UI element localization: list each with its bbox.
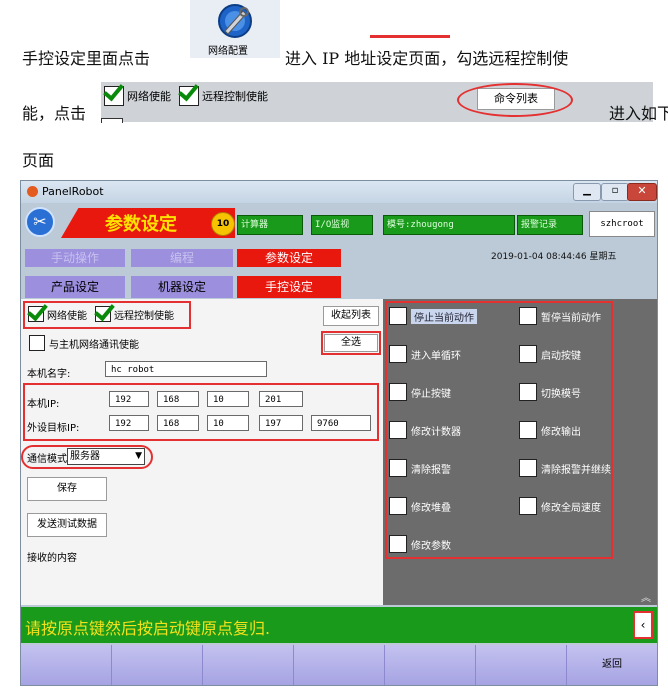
- red-underline: [370, 35, 450, 38]
- doc-line3: 页面: [22, 151, 55, 170]
- cmd-start-key[interactable]: 启动按键: [519, 345, 581, 363]
- mode-value: 服务器: [70, 451, 100, 462]
- net-enable-checkbox-inset[interactable]: [104, 86, 124, 106]
- datetime: 2019-01-04 08:44:46 星期五: [491, 252, 617, 262]
- maximize-button[interactable]: ▫: [601, 183, 629, 201]
- network-config-tile: 网络配置: [190, 0, 280, 58]
- received-label: 接收的内容: [27, 553, 77, 564]
- cmd-modify-counter[interactable]: 修改计数器: [389, 421, 461, 439]
- badge-count: 10: [211, 212, 235, 236]
- highlight-oval: [457, 83, 573, 117]
- cmd-modify-params[interactable]: 修改参数: [389, 535, 451, 553]
- tab-machine[interactable]: 机器设定: [131, 276, 233, 298]
- partial-checkbox: [101, 118, 123, 123]
- bottom-bar: 返回: [21, 645, 657, 685]
- name-label: 本机名字:: [27, 369, 71, 380]
- message-text: 请按原点键然后按启动键原点复归.: [25, 619, 271, 638]
- cmd-modify-output[interactable]: 修改输出: [519, 421, 581, 439]
- tab-product[interactable]: 产品设定: [25, 276, 125, 298]
- collapse-list-button[interactable]: 收起列表: [323, 306, 379, 326]
- bottom-slot-3[interactable]: [203, 645, 294, 685]
- target-octet-1[interactable]: 192: [109, 415, 149, 431]
- io-monitor-button[interactable]: I/O监视: [311, 215, 373, 235]
- app-window: PanelRobot ▁ ▫ ✕ ✂ 参数设定 10 计算器 I/O监视 模号:…: [20, 180, 658, 686]
- net-enable-checkbox[interactable]: [28, 306, 44, 322]
- tools-icon[interactable]: ✂: [25, 207, 55, 237]
- doc-line1-suffix: 进入 IP 地址设定页面，勾选远程控制使: [285, 49, 569, 68]
- select-all-button[interactable]: 全选: [324, 334, 378, 352]
- message-bar: 请按原点键然后按启动键原点复归. ‹: [21, 607, 657, 643]
- name-input[interactable]: hc robot: [105, 361, 267, 377]
- cmd-single-cycle[interactable]: 进入单循环: [389, 345, 461, 363]
- nav-manual[interactable]: 手动操作: [25, 249, 125, 267]
- network-config-icon: [215, 3, 255, 39]
- cmd-stop-key[interactable]: 停止按键: [389, 383, 451, 401]
- app-icon: [27, 186, 38, 197]
- host-comm-label: 与主机网络通讯使能: [49, 339, 139, 351]
- target-octet-4[interactable]: 197: [259, 415, 303, 431]
- tab-handheld[interactable]: 手控设定: [237, 276, 341, 298]
- header-title: 参数设定: [105, 214, 177, 235]
- send-test-button[interactable]: 发送测试数据: [27, 513, 107, 537]
- message-toggle-button[interactable]: ‹: [633, 611, 653, 639]
- ip-octet-3[interactable]: 10: [207, 391, 249, 407]
- ip-label: 本机IP:: [27, 399, 60, 410]
- nav-params[interactable]: 参数设定: [237, 249, 341, 267]
- mode-label: 通信模式: [27, 454, 67, 465]
- bottom-slot-6[interactable]: [476, 645, 567, 685]
- minimize-button[interactable]: ▁: [573, 183, 601, 201]
- remote-enable-label-inset: 远程控制使能: [202, 90, 268, 103]
- ip-octet-1[interactable]: 192: [109, 391, 149, 407]
- ip-octet-2[interactable]: 168: [157, 391, 199, 407]
- chevron-down-icon: ▼: [135, 451, 142, 461]
- close-button[interactable]: ✕: [627, 183, 657, 201]
- ip-octet-4[interactable]: 201: [259, 391, 303, 407]
- bottom-slot-4[interactable]: [294, 645, 385, 685]
- bottom-slot-2[interactable]: [112, 645, 203, 685]
- doc-line1-prefix: 手控设定里面点击: [22, 49, 151, 68]
- remote-enable-label: 远程控制使能: [114, 310, 174, 322]
- title-bar: PanelRobot ▁ ▫ ✕: [21, 181, 657, 203]
- header-title-bar: 参数设定 10: [61, 208, 235, 238]
- window-title: PanelRobot: [42, 185, 104, 198]
- back-button[interactable]: 返回: [567, 645, 657, 685]
- command-panel: 停止当前动作 进入单循环 停止按键 修改计数器 清除报警 修改堆叠 修改参数 暂…: [383, 299, 657, 605]
- calculator-button[interactable]: 计算器: [237, 215, 303, 235]
- net-enable-label: 网络使能: [47, 310, 87, 322]
- remote-enable-checkbox-inset[interactable]: [179, 86, 199, 106]
- network-config-label: 网络配置: [208, 46, 248, 57]
- scroll-up-icon[interactable]: ︽: [641, 589, 651, 604]
- settings-panel: 网络使能 远程控制使能 与主机网络通讯使能 收起列表 全选 本机名字: hc r…: [21, 299, 383, 605]
- user-label: szhcroot: [589, 211, 655, 237]
- target-octet-2[interactable]: 168: [157, 415, 199, 431]
- host-comm-checkbox[interactable]: [29, 335, 45, 351]
- remote-enable-checkbox[interactable]: [95, 306, 111, 322]
- target-port-input[interactable]: 9760: [311, 415, 371, 431]
- bottom-slot-5[interactable]: [385, 645, 476, 685]
- doc-line2-suffix: 进入如下: [609, 104, 668, 123]
- net-enable-label-inset: 网络使能: [127, 90, 171, 103]
- target-ip-label: 外设目标IP:: [27, 423, 80, 434]
- cmd-clear-alarm[interactable]: 清除报警: [389, 459, 451, 477]
- alarm-log-button[interactable]: 报警记录: [517, 215, 583, 235]
- target-octet-3[interactable]: 10: [207, 415, 249, 431]
- cmd-modify-global-speed[interactable]: 修改全局速度: [519, 497, 601, 515]
- toolbar-inset: 网络使能 远程控制使能 命令列表: [101, 82, 653, 123]
- save-button[interactable]: 保存: [27, 477, 107, 501]
- cmd-modify-stack[interactable]: 修改堆叠: [389, 497, 451, 515]
- mode-select[interactable]: 服务器 ▼: [67, 448, 145, 465]
- nav-program[interactable]: 编程: [131, 249, 233, 267]
- doc-line2-prefix: 能，点击: [22, 104, 87, 123]
- mold-number-cell: 模号:zhougong: [383, 215, 515, 235]
- cmd-switch-mold[interactable]: 切换模号: [519, 383, 581, 401]
- bottom-slot-1[interactable]: [21, 645, 112, 685]
- cmd-stop-current[interactable]: 停止当前动作: [389, 307, 477, 325]
- cmd-pause-current[interactable]: 暂停当前动作: [519, 307, 601, 325]
- cmd-clear-alarm-continue[interactable]: 清除报警并继续: [519, 459, 611, 477]
